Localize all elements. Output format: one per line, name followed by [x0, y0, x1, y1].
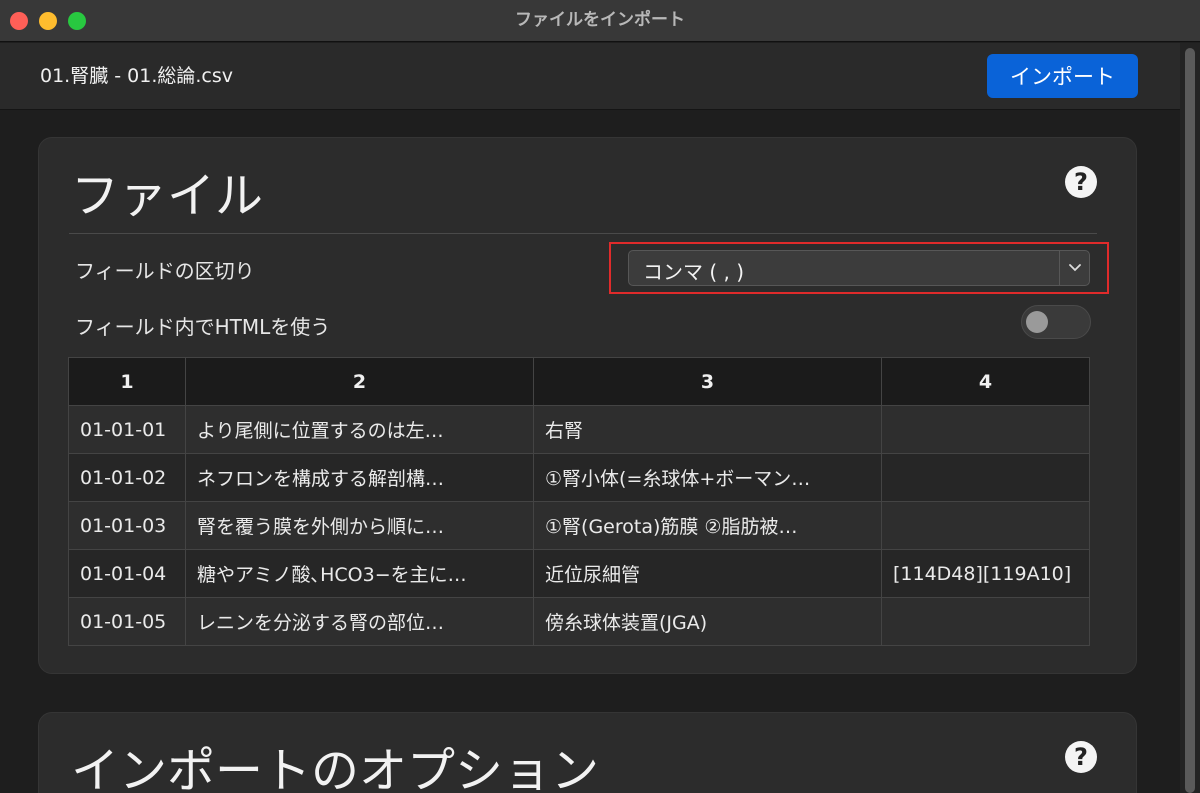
- field-separator-value: コンマ ( , ): [643, 260, 745, 284]
- question-circle-icon[interactable]: ?: [1065, 741, 1097, 773]
- field-separator-select[interactable]: コンマ ( , ): [628, 250, 1090, 286]
- chevron-down-icon[interactable]: [1060, 251, 1090, 285]
- preview-table: 1 2 3 4 01-01-01 より尾側に位置するのは左… 右腎 01-01-…: [68, 357, 1090, 646]
- table-cell: [881, 501, 1090, 550]
- column-header: 3: [533, 357, 882, 406]
- question-circle-icon[interactable]: ?: [1065, 166, 1097, 198]
- column-header: 1: [68, 357, 186, 406]
- table-cell: 01-01-01: [68, 405, 186, 454]
- table-cell: ネフロンを構成する解剖構…: [185, 453, 534, 502]
- import-options-title: インポートのオプション: [71, 743, 600, 793]
- table-header-row: 1 2 3 4: [68, 357, 1090, 406]
- table-row: 01-01-03 腎を覆う膜を外側から順に… ①腎(Gerota)筋膜 ②脂肪被…: [68, 501, 1090, 550]
- import-button[interactable]: インポート: [987, 54, 1138, 98]
- table-row: 01-01-04 糖やアミノ酸､HCO3−を主に… 近位尿細管 [114D48]…: [68, 549, 1090, 598]
- import-options-section: インポートのオプション ?: [38, 712, 1137, 793]
- table-cell: 01-01-02: [68, 453, 186, 502]
- title-bar: ファイルをインポート: [0, 0, 1200, 42]
- table-cell: 01-01-05: [68, 597, 186, 646]
- toggle-knob: [1026, 311, 1048, 333]
- table-cell: より尾側に位置するのは左…: [185, 405, 534, 454]
- table-cell: [881, 453, 1090, 502]
- table-cell: 傍糸球体装置(JGA): [533, 597, 882, 646]
- table-cell: [881, 405, 1090, 454]
- table-cell: レニンを分泌する腎の部位…: [185, 597, 534, 646]
- divider: [69, 233, 1097, 234]
- table-row: 01-01-01 より尾側に位置するのは左… 右腎: [68, 405, 1090, 454]
- file-name: 01.腎臓 - 01.総論.csv: [40, 65, 233, 87]
- table-cell: ①腎小体(=糸球体+ボーマン…: [533, 453, 882, 502]
- table-cell: 腎を覆う膜を外側から順に…: [185, 501, 534, 550]
- html-in-fields-label: フィールド内でHTMLを使う: [75, 315, 331, 339]
- table-cell: [114D48][119A10]: [881, 549, 1090, 598]
- table-cell: 右腎: [533, 405, 882, 454]
- table-cell: 糖やアミノ酸､HCO3−を主に…: [185, 549, 534, 598]
- file-section: ファイル ? フィールドの区切り コンマ ( , ) フィールド内でHTMLを使…: [38, 137, 1137, 674]
- scrollbar-thumb[interactable]: [1185, 48, 1195, 793]
- table-cell: 01-01-04: [68, 549, 186, 598]
- table-cell: ①腎(Gerota)筋膜 ②脂肪被…: [533, 501, 882, 550]
- table-row: 01-01-02 ネフロンを構成する解剖構… ①腎小体(=糸球体+ボーマン…: [68, 453, 1090, 502]
- file-section-title: ファイル: [71, 168, 264, 224]
- column-header: 2: [185, 357, 534, 406]
- header-bar: 01.腎臓 - 01.総論.csv インポート: [0, 43, 1200, 110]
- table-cell: 01-01-03: [68, 501, 186, 550]
- field-separator-label: フィールドの区切り: [75, 259, 255, 283]
- html-in-fields-toggle[interactable]: [1021, 305, 1091, 339]
- window-title: ファイルをインポート: [515, 10, 685, 30]
- table-cell: [881, 597, 1090, 646]
- table-cell: 近位尿細管: [533, 549, 882, 598]
- table-row: 01-01-05 レニンを分泌する腎の部位… 傍糸球体装置(JGA): [68, 597, 1090, 646]
- column-header: 4: [881, 357, 1090, 406]
